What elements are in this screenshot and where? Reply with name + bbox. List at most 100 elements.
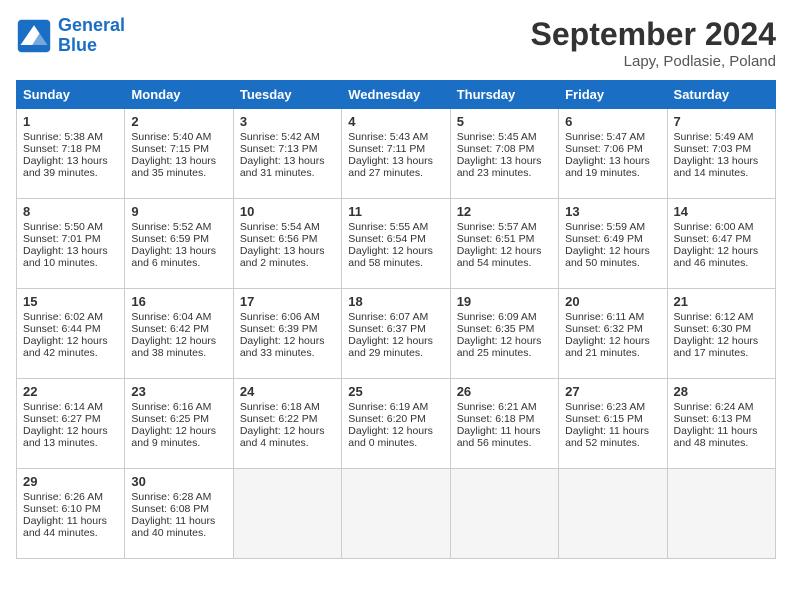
calendar-cell: 13Sunrise: 5:59 AMSunset: 6:49 PMDayligh… [559, 199, 667, 289]
day-info: Sunset: 6:15 PM [565, 413, 660, 425]
day-info: Sunrise: 6:07 AM [348, 311, 443, 323]
day-info: Daylight: 13 hours [131, 155, 226, 167]
day-info: and 46 minutes. [674, 257, 769, 269]
day-info: Daylight: 11 hours [131, 515, 226, 527]
day-info: Sunset: 6:30 PM [674, 323, 769, 335]
day-info: Sunset: 6:22 PM [240, 413, 335, 425]
calendar-cell: 25Sunrise: 6:19 AMSunset: 6:20 PMDayligh… [342, 379, 450, 469]
calendar-cell: 10Sunrise: 5:54 AMSunset: 6:56 PMDayligh… [233, 199, 341, 289]
day-info: Daylight: 12 hours [348, 335, 443, 347]
day-number: 10 [240, 204, 335, 219]
day-number: 11 [348, 204, 443, 219]
day-info: Sunrise: 6:09 AM [457, 311, 552, 323]
day-info: Sunset: 6:32 PM [565, 323, 660, 335]
day-info: Sunset: 6:25 PM [131, 413, 226, 425]
day-info: Sunset: 7:01 PM [23, 233, 118, 245]
day-info: Daylight: 11 hours [674, 425, 769, 437]
calendar-cell: 20Sunrise: 6:11 AMSunset: 6:32 PMDayligh… [559, 289, 667, 379]
day-info: and 10 minutes. [23, 257, 118, 269]
calendar-cell: 2Sunrise: 5:40 AMSunset: 7:15 PMDaylight… [125, 109, 233, 199]
day-info: Sunrise: 5:45 AM [457, 131, 552, 143]
day-number: 4 [348, 114, 443, 129]
calendar-cell: 23 Sunrise: 6:16 AMSunset: 6:25 PMDayligh… [125, 379, 233, 469]
day-info: Daylight: 12 hours [131, 335, 226, 347]
day-info: Sunset: 7:18 PM [23, 143, 118, 155]
calendar-cell [450, 469, 558, 559]
day-info: Sunset: 7:13 PM [240, 143, 335, 155]
day-info: Sunset: 7:11 PM [348, 143, 443, 155]
day-number: 12 [457, 204, 552, 219]
day-info: Sunset: 7:08 PM [457, 143, 552, 155]
calendar-cell: 17Sunrise: 6:06 AMSunset: 6:39 PMDayligh… [233, 289, 341, 379]
day-info: and 40 minutes. [131, 527, 226, 539]
day-number: 17 [240, 294, 335, 309]
calendar-cell: 19Sunrise: 6:09 AMSunset: 6:35 PMDayligh… [450, 289, 558, 379]
day-info: Sunrise: 5:47 AM [565, 131, 660, 143]
day-number: 23 [131, 384, 226, 399]
day-info: Sunrise: 5:54 AM [240, 221, 335, 233]
day-info: Sunrise: 6:04 AM [131, 311, 226, 323]
calendar-cell: 15Sunrise: 6:02 AMSunset: 6:44 PMDayligh… [17, 289, 125, 379]
day-info: Sunset: 6:10 PM [23, 503, 118, 515]
day-info: Sunset: 6:56 PM [240, 233, 335, 245]
day-number: 15 [23, 294, 118, 309]
page-header: General Blue September 2024 Lapy, Podlas… [16, 16, 776, 70]
day-info: Sunrise: 5:43 AM [348, 131, 443, 143]
calendar-cell: 11Sunrise: 5:55 AMSunset: 6:54 PMDayligh… [342, 199, 450, 289]
day-info: Sunset: 7:15 PM [131, 143, 226, 155]
day-number: 25 [348, 384, 443, 399]
day-info: and 4 minutes. [240, 437, 335, 449]
calendar-cell: 1Sunrise: 5:38 AMSunset: 7:18 PMDaylight… [17, 109, 125, 199]
day-info: Sunrise: 6:18 AM [240, 401, 335, 413]
day-info: and 25 minutes. [457, 347, 552, 359]
day-info: Daylight: 13 hours [457, 155, 552, 167]
calendar-cell: 18Sunrise: 6:07 AMSunset: 6:37 PMDayligh… [342, 289, 450, 379]
calendar-cell [233, 469, 341, 559]
day-info: and 23 minutes. [457, 167, 552, 179]
day-info: Daylight: 13 hours [348, 155, 443, 167]
day-info: Sunrise: 6:19 AM [348, 401, 443, 413]
calendar-cell [342, 469, 450, 559]
day-info: Sunset: 6:42 PM [131, 323, 226, 335]
day-number: 29 [23, 474, 118, 489]
day-info: Daylight: 12 hours [348, 245, 443, 257]
day-number: 1 [23, 114, 118, 129]
day-info: Daylight: 12 hours [131, 425, 226, 437]
day-info: Daylight: 11 hours [457, 425, 552, 437]
day-info: Sunrise: 5:42 AM [240, 131, 335, 143]
day-info: Sunrise: 6:06 AM [240, 311, 335, 323]
day-info: Sunset: 6:47 PM [674, 233, 769, 245]
logo-text: General Blue [58, 16, 125, 56]
day-info: Daylight: 11 hours [23, 515, 118, 527]
calendar-table: Sunday Monday Tuesday Wednesday Thursday… [16, 80, 776, 559]
calendar-cell: 8Sunrise: 5:50 AMSunset: 7:01 PMDaylight… [17, 199, 125, 289]
day-info: Sunrise: 6:12 AM [674, 311, 769, 323]
day-info: and 44 minutes. [23, 527, 118, 539]
calendar-cell [667, 469, 775, 559]
day-number: 14 [674, 204, 769, 219]
day-info: Sunrise: 6:16 AM [131, 401, 226, 413]
day-info: Sunrise: 6:24 AM [674, 401, 769, 413]
day-number: 20 [565, 294, 660, 309]
day-info: Daylight: 13 hours [131, 245, 226, 257]
calendar-cell: 5Sunrise: 5:45 AMSunset: 7:08 PMDaylight… [450, 109, 558, 199]
day-info: and 54 minutes. [457, 257, 552, 269]
day-info: Sunset: 6:49 PM [565, 233, 660, 245]
day-number: 30 [131, 474, 226, 489]
day-info: Sunset: 6:08 PM [131, 503, 226, 515]
col-wednesday: Wednesday [342, 81, 450, 109]
calendar-cell: 12Sunrise: 5:57 AMSunset: 6:51 PMDayligh… [450, 199, 558, 289]
day-info: Sunrise: 5:57 AM [457, 221, 552, 233]
day-info: and 33 minutes. [240, 347, 335, 359]
day-number: 21 [674, 294, 769, 309]
day-info: and 58 minutes. [348, 257, 443, 269]
logo-icon [16, 18, 52, 54]
calendar-cell: 7Sunrise: 5:49 AMSunset: 7:03 PMDaylight… [667, 109, 775, 199]
col-thursday: Thursday [450, 81, 558, 109]
day-info: Sunrise: 6:21 AM [457, 401, 552, 413]
calendar-cell: 22Sunrise: 6:14 AMSunset: 6:27 PMDayligh… [17, 379, 125, 469]
day-info: Daylight: 12 hours [565, 335, 660, 347]
day-info: Daylight: 11 hours [565, 425, 660, 437]
day-number: 19 [457, 294, 552, 309]
calendar-cell: 21Sunrise: 6:12 AMSunset: 6:30 PMDayligh… [667, 289, 775, 379]
